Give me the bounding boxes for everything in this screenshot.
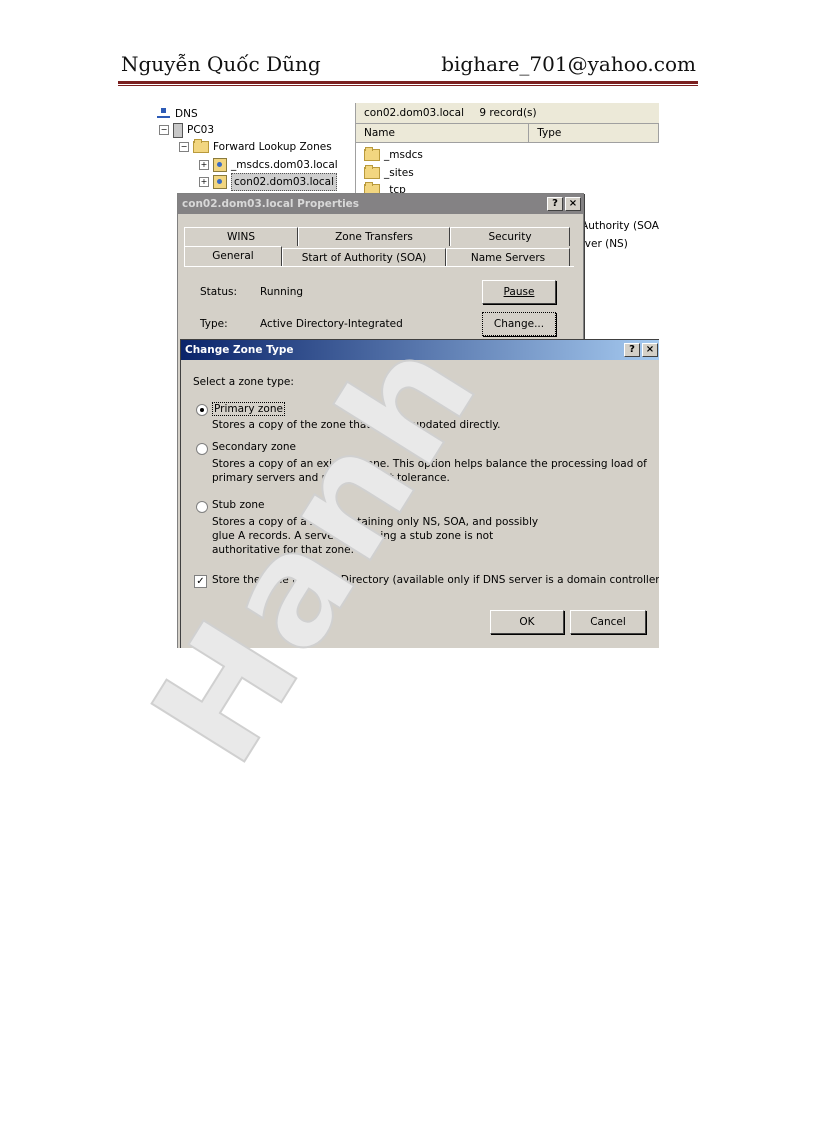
tab-divider (184, 266, 574, 267)
dns-icon (157, 108, 171, 120)
column-name[interactable]: Name (356, 124, 530, 142)
status-label: Status: (200, 286, 237, 298)
author-name: Nguyễn Quốc Dũng (121, 52, 321, 76)
zone-icon (213, 158, 227, 172)
tree-item-label: _msdcs.dom03.local (231, 159, 338, 171)
collapse-icon[interactable]: − (159, 125, 169, 135)
tab-general[interactable]: General (184, 246, 282, 267)
radio-primary-zone[interactable] (196, 404, 208, 416)
radio-stub-zone[interactable] (196, 501, 208, 513)
tree-item-label: Forward Lookup Zones (213, 141, 332, 153)
column-type[interactable]: Type (529, 124, 659, 142)
dialog-title: con02.dom03.local Properties (182, 198, 360, 210)
record-count: 9 record(s) (479, 107, 537, 119)
change-button[interactable]: Change... (482, 312, 556, 336)
ok-button[interactable]: OK (490, 610, 564, 634)
expand-icon[interactable]: + (199, 160, 209, 170)
header-rule (118, 81, 698, 84)
console-tree: DNS − PC03 − Forward Lookup Zones + _msd… (153, 103, 356, 198)
help-button[interactable]: ? (624, 343, 640, 357)
tab-name-servers[interactable]: Name Servers (446, 248, 570, 267)
radio-secondary-zone[interactable] (196, 443, 208, 455)
cancel-button[interactable]: Cancel (570, 610, 646, 634)
tree-item-dns[interactable]: DNS (157, 106, 198, 122)
header-rule-thin (118, 85, 698, 86)
tree-item-label: DNS (175, 108, 198, 120)
tree-item-server[interactable]: − PC03 (159, 122, 214, 138)
help-button[interactable]: ? (547, 197, 563, 211)
tree-item-zone-msdcs[interactable]: + _msdcs.dom03.local (199, 157, 338, 173)
tree-item-forward-zones[interactable]: − Forward Lookup Zones (179, 139, 332, 155)
status-value: Running (260, 286, 304, 298)
tree-item-label: con02.dom03.local (231, 173, 338, 191)
close-button[interactable]: × (642, 343, 658, 357)
list-item-label: _sites (384, 167, 414, 179)
zone-type-prompt: Select a zone type: (193, 376, 294, 388)
zone-title: con02.dom03.local (364, 107, 465, 119)
collapse-icon[interactable]: − (179, 142, 189, 152)
record-type-soa: f Authority (SOA (574, 220, 659, 232)
tab-security[interactable]: Security (450, 227, 570, 246)
list-title-bar: con02.dom03.local 9 record(s) (356, 103, 659, 124)
properties-title-bar: con02.dom03.local Properties ? × (178, 194, 583, 214)
tab-zone-transfers[interactable]: Zone Transfers (298, 227, 450, 246)
list-header: Name Type (356, 124, 659, 143)
folder-icon (364, 147, 380, 161)
dialog-title: Change Zone Type (185, 344, 294, 356)
folder-icon (193, 139, 209, 153)
type-label: Type: (200, 318, 228, 330)
tree-item-label: PC03 (187, 124, 215, 136)
expand-icon[interactable]: + (199, 177, 209, 187)
close-button[interactable]: × (565, 197, 581, 211)
pause-button[interactable]: Pause (482, 280, 556, 304)
list-item[interactable]: _sites (364, 165, 414, 181)
server-icon (173, 122, 183, 138)
primary-zone-label[interactable]: Primary zone (212, 402, 285, 416)
change-button-label: Change... (493, 318, 545, 330)
zone-icon (213, 175, 227, 189)
folder-icon (364, 165, 380, 179)
author-email: bighare_701@yahoo.com (441, 52, 696, 76)
list-item[interactable]: _msdcs (364, 147, 423, 163)
tree-item-zone-con02[interactable]: + con02.dom03.local (199, 173, 338, 191)
tab-wins[interactable]: WINS (184, 227, 298, 246)
list-item-label: _msdcs (384, 149, 423, 161)
tab-soa[interactable]: Start of Authority (SOA) (282, 248, 446, 267)
pause-button-label: Pause (503, 286, 535, 298)
